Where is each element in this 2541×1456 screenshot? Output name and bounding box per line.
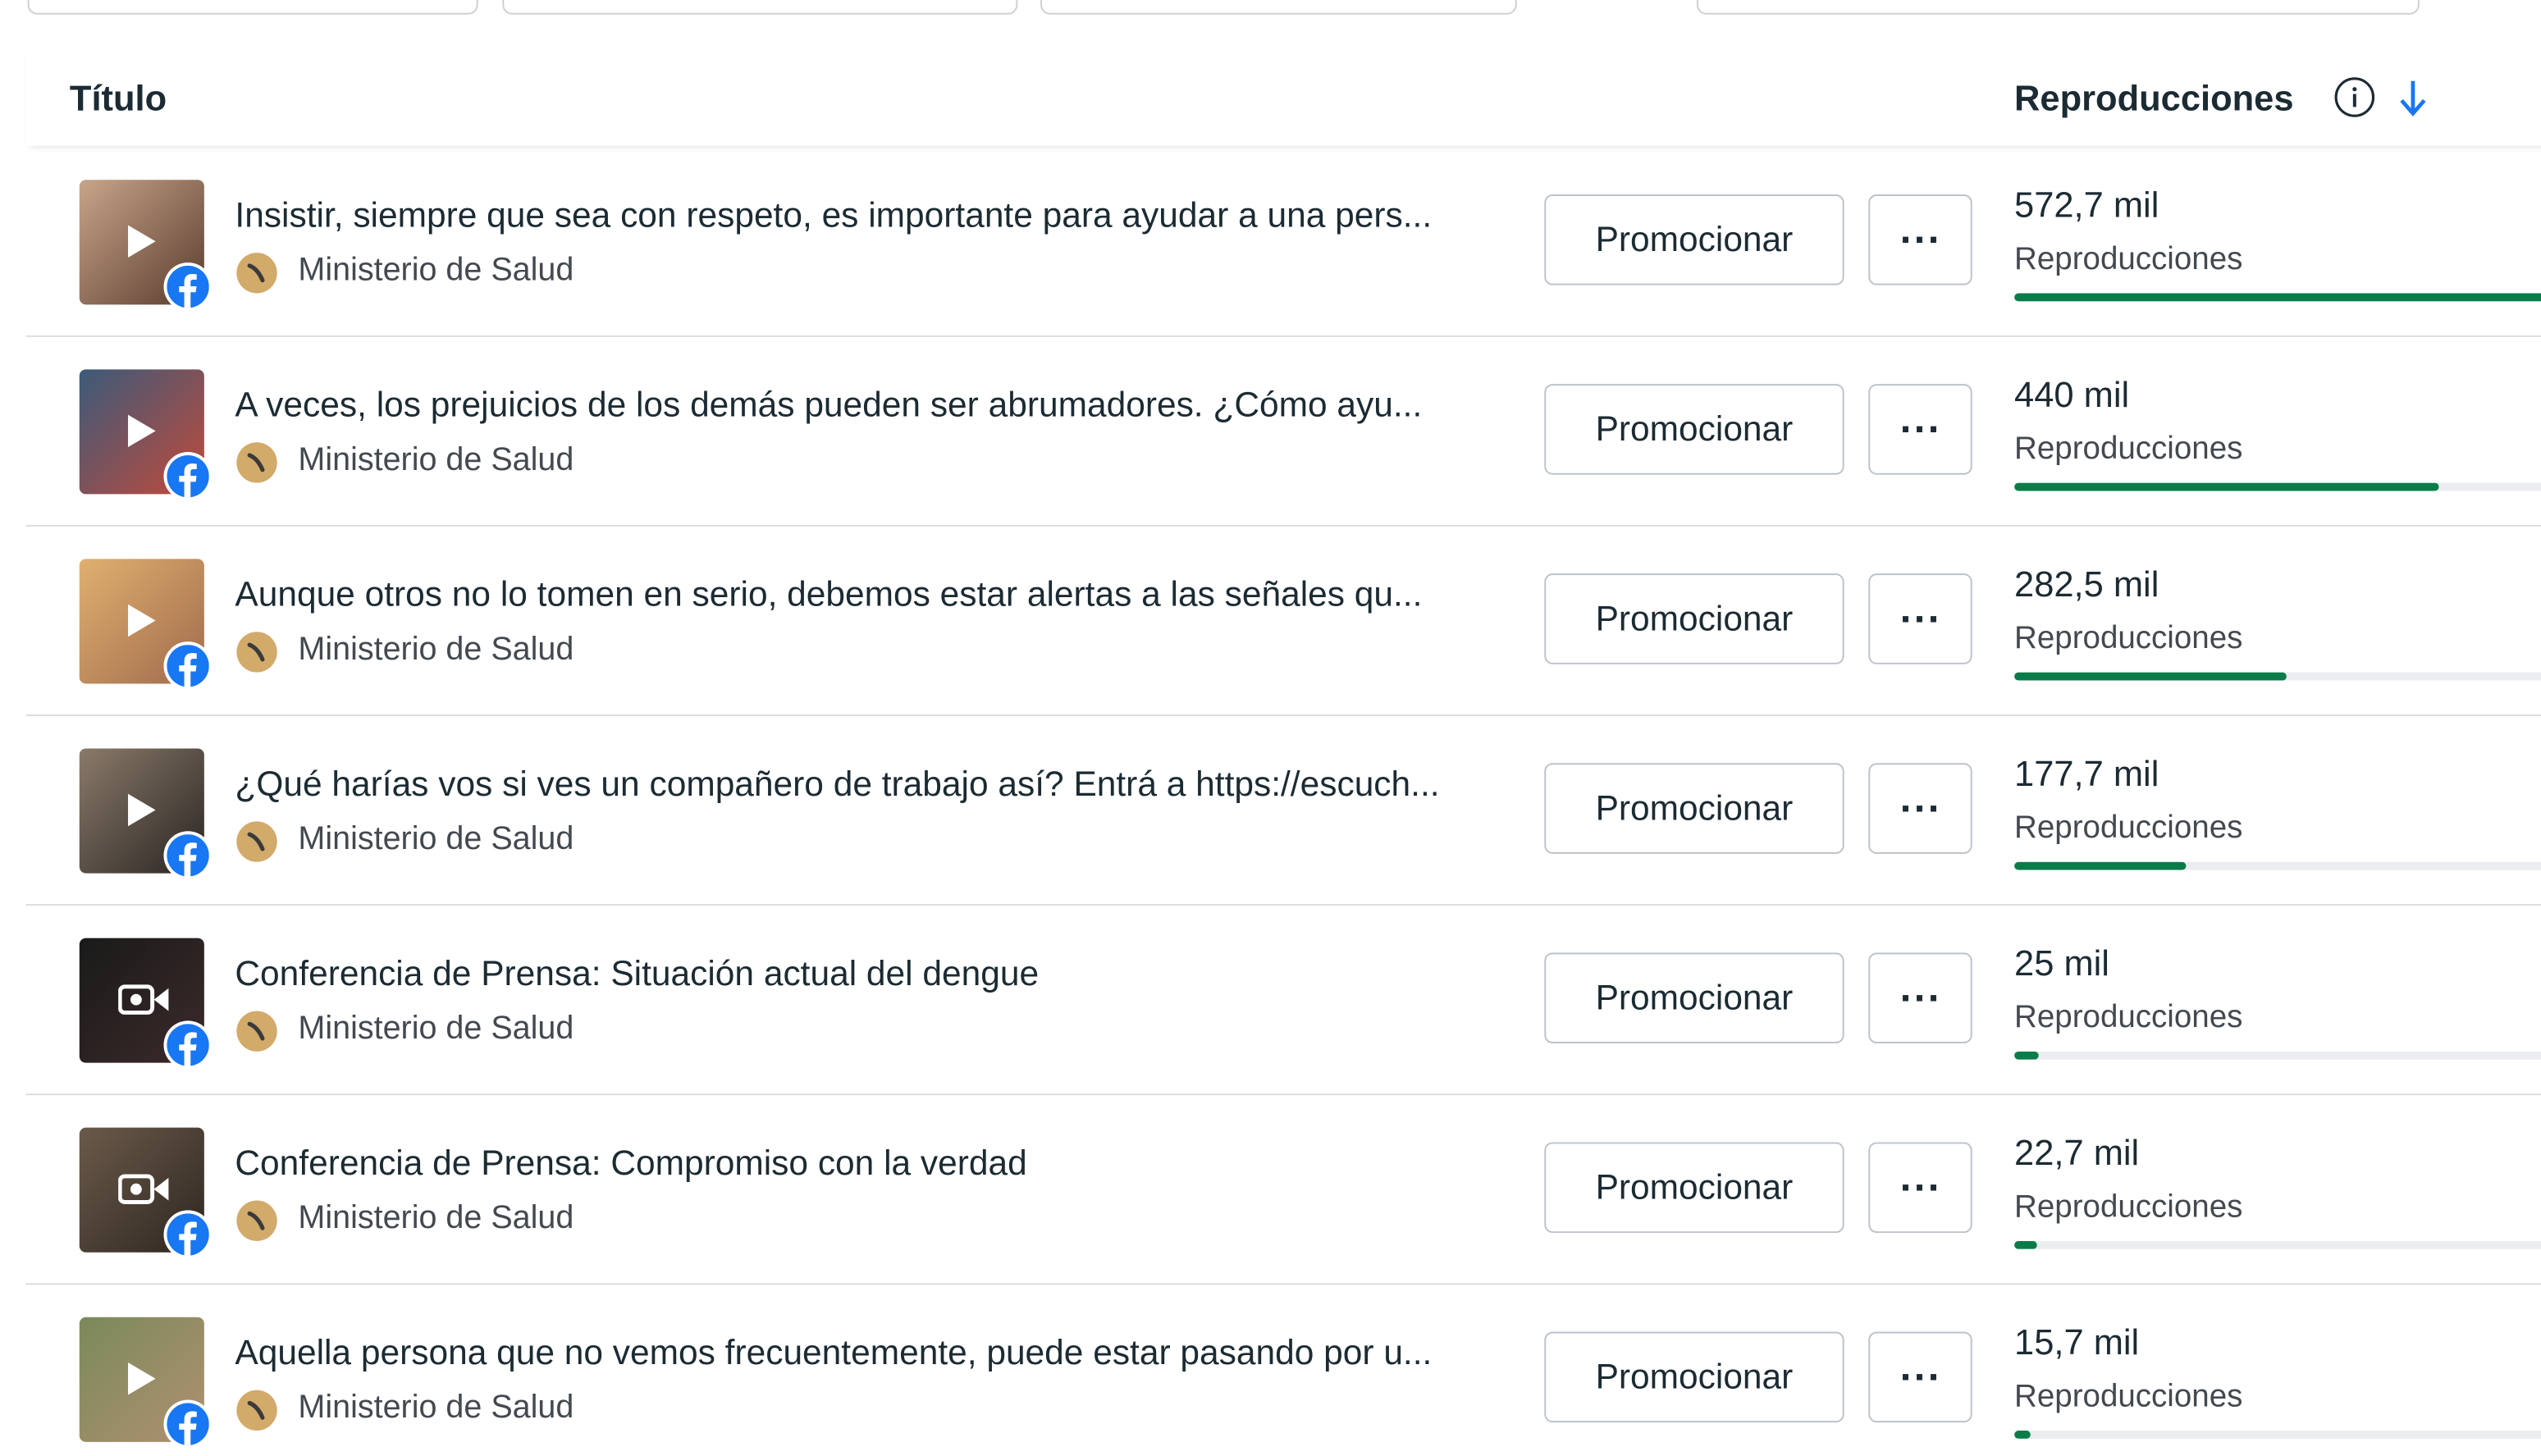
views-bar-track (2014, 861, 2541, 870)
post-title[interactable]: ¿Qué harías vos si ves un compañero de t… (235, 765, 1531, 805)
views-label: Reproducciones (2014, 810, 2243, 847)
views-bar-fill (2014, 293, 2541, 302)
promote-button[interactable]: Promocionar (1544, 573, 1844, 664)
views-bar-track (2014, 1051, 2541, 1060)
more-options-button[interactable]: ··· (1868, 573, 1972, 664)
page-name: Ministerio de Salud (298, 1200, 574, 1237)
table-row[interactable]: Aunque otros no lo tomen en serio, debem… (25, 527, 2541, 716)
page-avatar (236, 253, 277, 294)
promote-button[interactable]: Promocionar (1544, 952, 1844, 1043)
views-bar-track (2014, 482, 2541, 491)
facebook-icon (163, 641, 213, 691)
table-row[interactable]: ¿Qué harías vos si ves un compañero de t… (25, 716, 2541, 906)
facebook-icon (163, 262, 213, 312)
views-label: Reproducciones (2014, 1189, 2243, 1226)
page-name: Ministerio de Salud (298, 632, 574, 668)
page-avatar (236, 1200, 277, 1241)
info-icon[interactable] (2333, 76, 2375, 118)
post-title[interactable]: Conferencia de Prensa: Situación actual … (235, 954, 1531, 994)
views-bar-fill (2014, 482, 2439, 491)
facebook-icon (163, 1020, 213, 1070)
play-icon (128, 604, 156, 637)
views-label: Reproducciones (2014, 999, 2243, 1036)
sort-descending-icon[interactable] (2397, 75, 2429, 120)
views-bar-fill (2014, 1431, 2031, 1439)
post-title[interactable]: A veces, los prejuicios de los demás pue… (235, 386, 1531, 426)
table-header: Título Reproducciones (25, 45, 2541, 146)
page-avatar (236, 1390, 277, 1431)
page-name: Ministerio de Salud (298, 1390, 574, 1426)
more-options-button[interactable]: ··· (1868, 952, 1972, 1043)
views-bar-fill (2014, 1051, 2039, 1060)
page-avatar (236, 821, 277, 862)
video-camera-icon (118, 984, 169, 1015)
more-options-button[interactable]: ··· (1868, 1331, 1972, 1423)
table-row[interactable]: Insistir, siempre que sea con respeto, e… (25, 148, 2541, 337)
page-avatar (236, 1011, 277, 1052)
page-name: Ministerio de Salud (298, 1011, 574, 1047)
promote-button[interactable]: Promocionar (1544, 384, 1844, 475)
promote-button[interactable]: Promocionar (1544, 763, 1844, 854)
promote-button[interactable]: Promocionar (1544, 194, 1844, 285)
views-count: 15,7 mil (2014, 1321, 2140, 1363)
post-title[interactable]: Aunque otros no lo tomen en serio, debem… (235, 575, 1531, 615)
views-count: 572,7 mil (2014, 185, 2159, 226)
views-label: Reproducciones (2014, 620, 2243, 656)
post-list: Insistir, siempre que sea con respeto, e… (25, 148, 2541, 1456)
play-icon (128, 225, 156, 258)
views-count: 282,5 mil (2014, 564, 2159, 605)
promote-button[interactable]: Promocionar (1544, 1142, 1844, 1234)
page-name: Ministerio de Salud (298, 442, 574, 478)
facebook-icon (163, 1399, 213, 1449)
views-count: 440 mil (2014, 374, 2130, 415)
facebook-icon (163, 452, 213, 501)
facebook-icon (163, 831, 213, 880)
play-icon (128, 1362, 156, 1395)
page-avatar (236, 632, 277, 673)
views-bar-track (2014, 1431, 2541, 1439)
views-bar-track (2014, 1240, 2541, 1249)
views-bar-track (2014, 293, 2541, 302)
promote-button[interactable]: Promocionar (1544, 1331, 1844, 1423)
title-column-header: Título (69, 77, 167, 119)
views-column-header[interactable]: Reproducciones (2014, 78, 2293, 120)
content-table: Título Reproducciones Insistir, siempre … (0, 0, 2541, 1456)
views-bar-track (2014, 672, 2541, 681)
views-count: 22,7 mil (2014, 1132, 2140, 1173)
more-options-button[interactable]: ··· (1868, 384, 1972, 475)
play-icon (128, 414, 156, 448)
more-options-button[interactable]: ··· (1868, 194, 1972, 285)
filter-dropdown[interactable] (1040, 0, 1517, 15)
views-label: Reproducciones (2014, 1378, 2243, 1415)
filter-dropdown[interactable] (1696, 0, 2420, 15)
views-label: Reproducciones (2014, 241, 2243, 277)
views-bar-fill (2014, 1240, 2036, 1249)
table-row[interactable]: Conferencia de Prensa: Situación actual … (25, 906, 2541, 1096)
video-camera-icon (118, 1174, 169, 1204)
table-row[interactable]: A veces, los prejuicios de los demás pue… (25, 337, 2541, 527)
more-options-button[interactable]: ··· (1868, 1142, 1972, 1234)
table-row[interactable]: Conferencia de Prensa: Compromiso con la… (25, 1095, 2541, 1285)
page-name: Ministerio de Salud (298, 821, 574, 857)
filter-dropdown[interactable] (27, 0, 478, 15)
page-avatar (236, 442, 277, 483)
views-bar-fill (2014, 861, 2186, 870)
post-title[interactable]: Aquella persona que no vemos frecuenteme… (235, 1334, 1531, 1374)
views-count: 25 mil (2014, 943, 2109, 984)
post-title[interactable]: Insistir, siempre que sea con respeto, e… (235, 196, 1531, 236)
more-options-button[interactable]: ··· (1868, 763, 1972, 854)
filter-dropdown[interactable] (502, 0, 1018, 15)
play-icon (128, 793, 156, 827)
post-title[interactable]: Conferencia de Prensa: Compromiso con la… (235, 1143, 1531, 1184)
table-row[interactable]: Aquella persona que no vemos frecuenteme… (26, 1285, 2541, 1456)
page-name: Ministerio de Salud (298, 253, 574, 289)
views-bar-fill (2014, 672, 2287, 681)
views-count: 177,7 mil (2014, 753, 2159, 794)
views-label: Reproducciones (2014, 431, 2243, 467)
facebook-icon (163, 1210, 213, 1259)
